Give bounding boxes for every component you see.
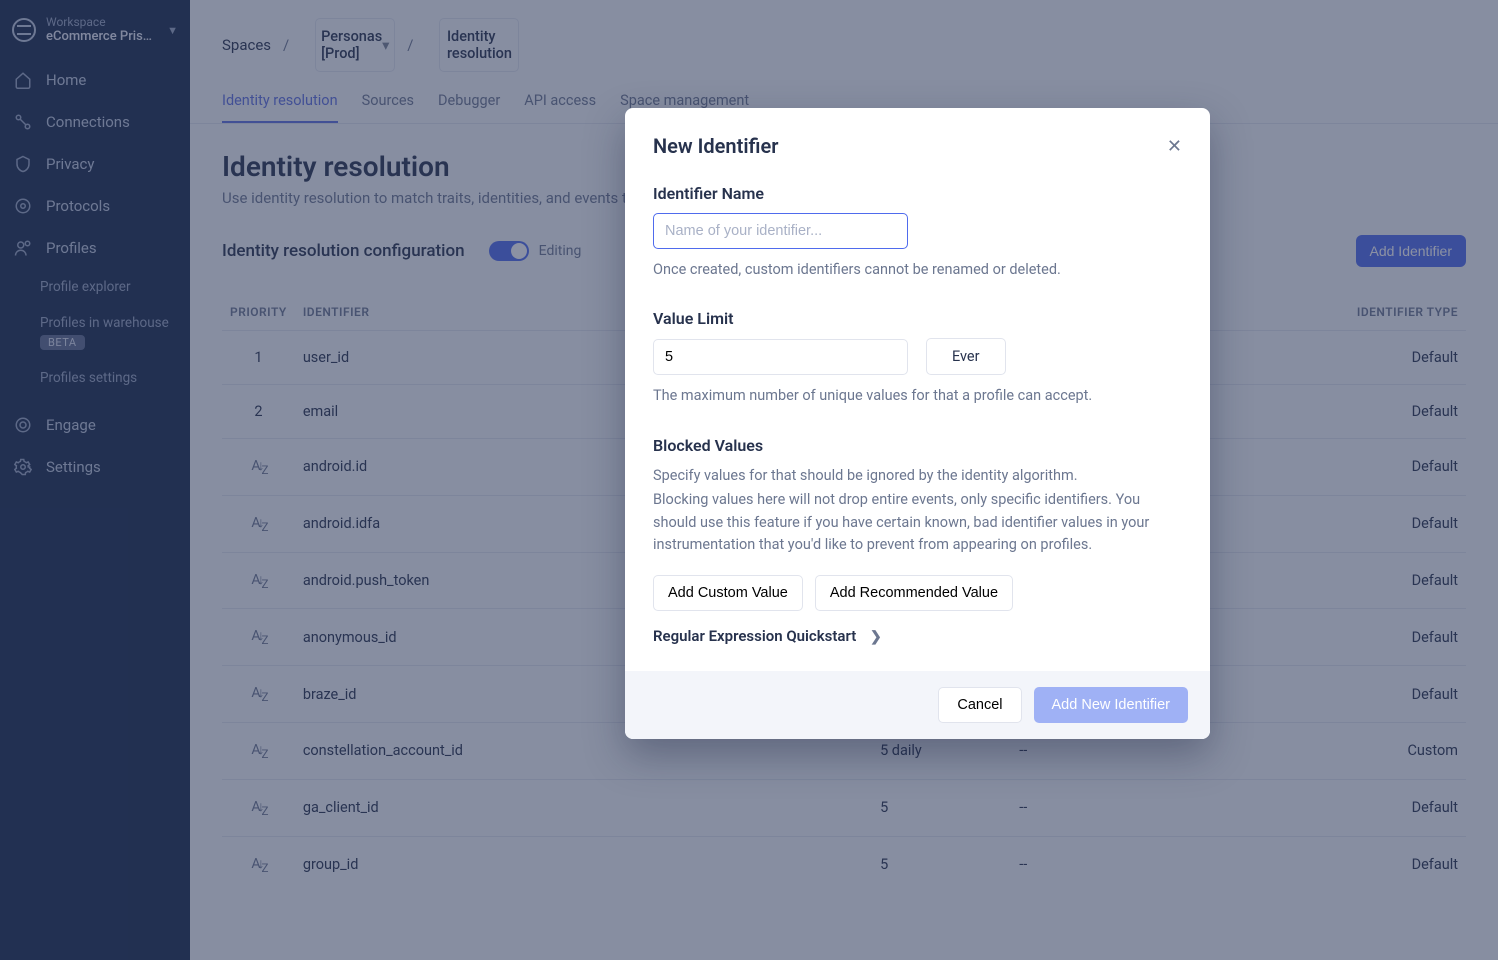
add-recommended-value-button[interactable]: Add Recommended Value (815, 575, 1013, 611)
add-custom-value-button[interactable]: Add Custom Value (653, 575, 803, 611)
value-limit-help: The maximum number of unique values for … (653, 385, 1182, 407)
value-limit-input[interactable] (653, 339, 908, 375)
add-new-identifier-button[interactable]: Add New Identifier (1034, 687, 1188, 723)
identifier-name-label: Identifier Name (653, 184, 1182, 203)
blocked-values-help-2: Blocking values here will not drop entir… (653, 489, 1182, 556)
close-icon[interactable]: ✕ (1167, 136, 1182, 157)
regex-quickstart-link[interactable]: Regular Expression Quickstart ❯ (653, 627, 1182, 645)
new-identifier-modal: New Identifier ✕ Identifier Name Once cr… (625, 108, 1210, 739)
blocked-values-label: Blocked Values (653, 436, 1182, 455)
identifier-name-input[interactable] (653, 213, 908, 249)
modal-title: New Identifier (653, 134, 778, 158)
cancel-button[interactable]: Cancel (938, 687, 1021, 723)
blocked-values-help-1: Specify values for that should be ignore… (653, 465, 1182, 487)
value-limit-label: Value Limit (653, 309, 1182, 328)
identifier-name-help: Once created, custom identifiers cannot … (653, 259, 1182, 281)
value-limit-unit-select[interactable]: Ever (926, 338, 1006, 375)
chevron-right-icon: ❯ (870, 629, 882, 645)
